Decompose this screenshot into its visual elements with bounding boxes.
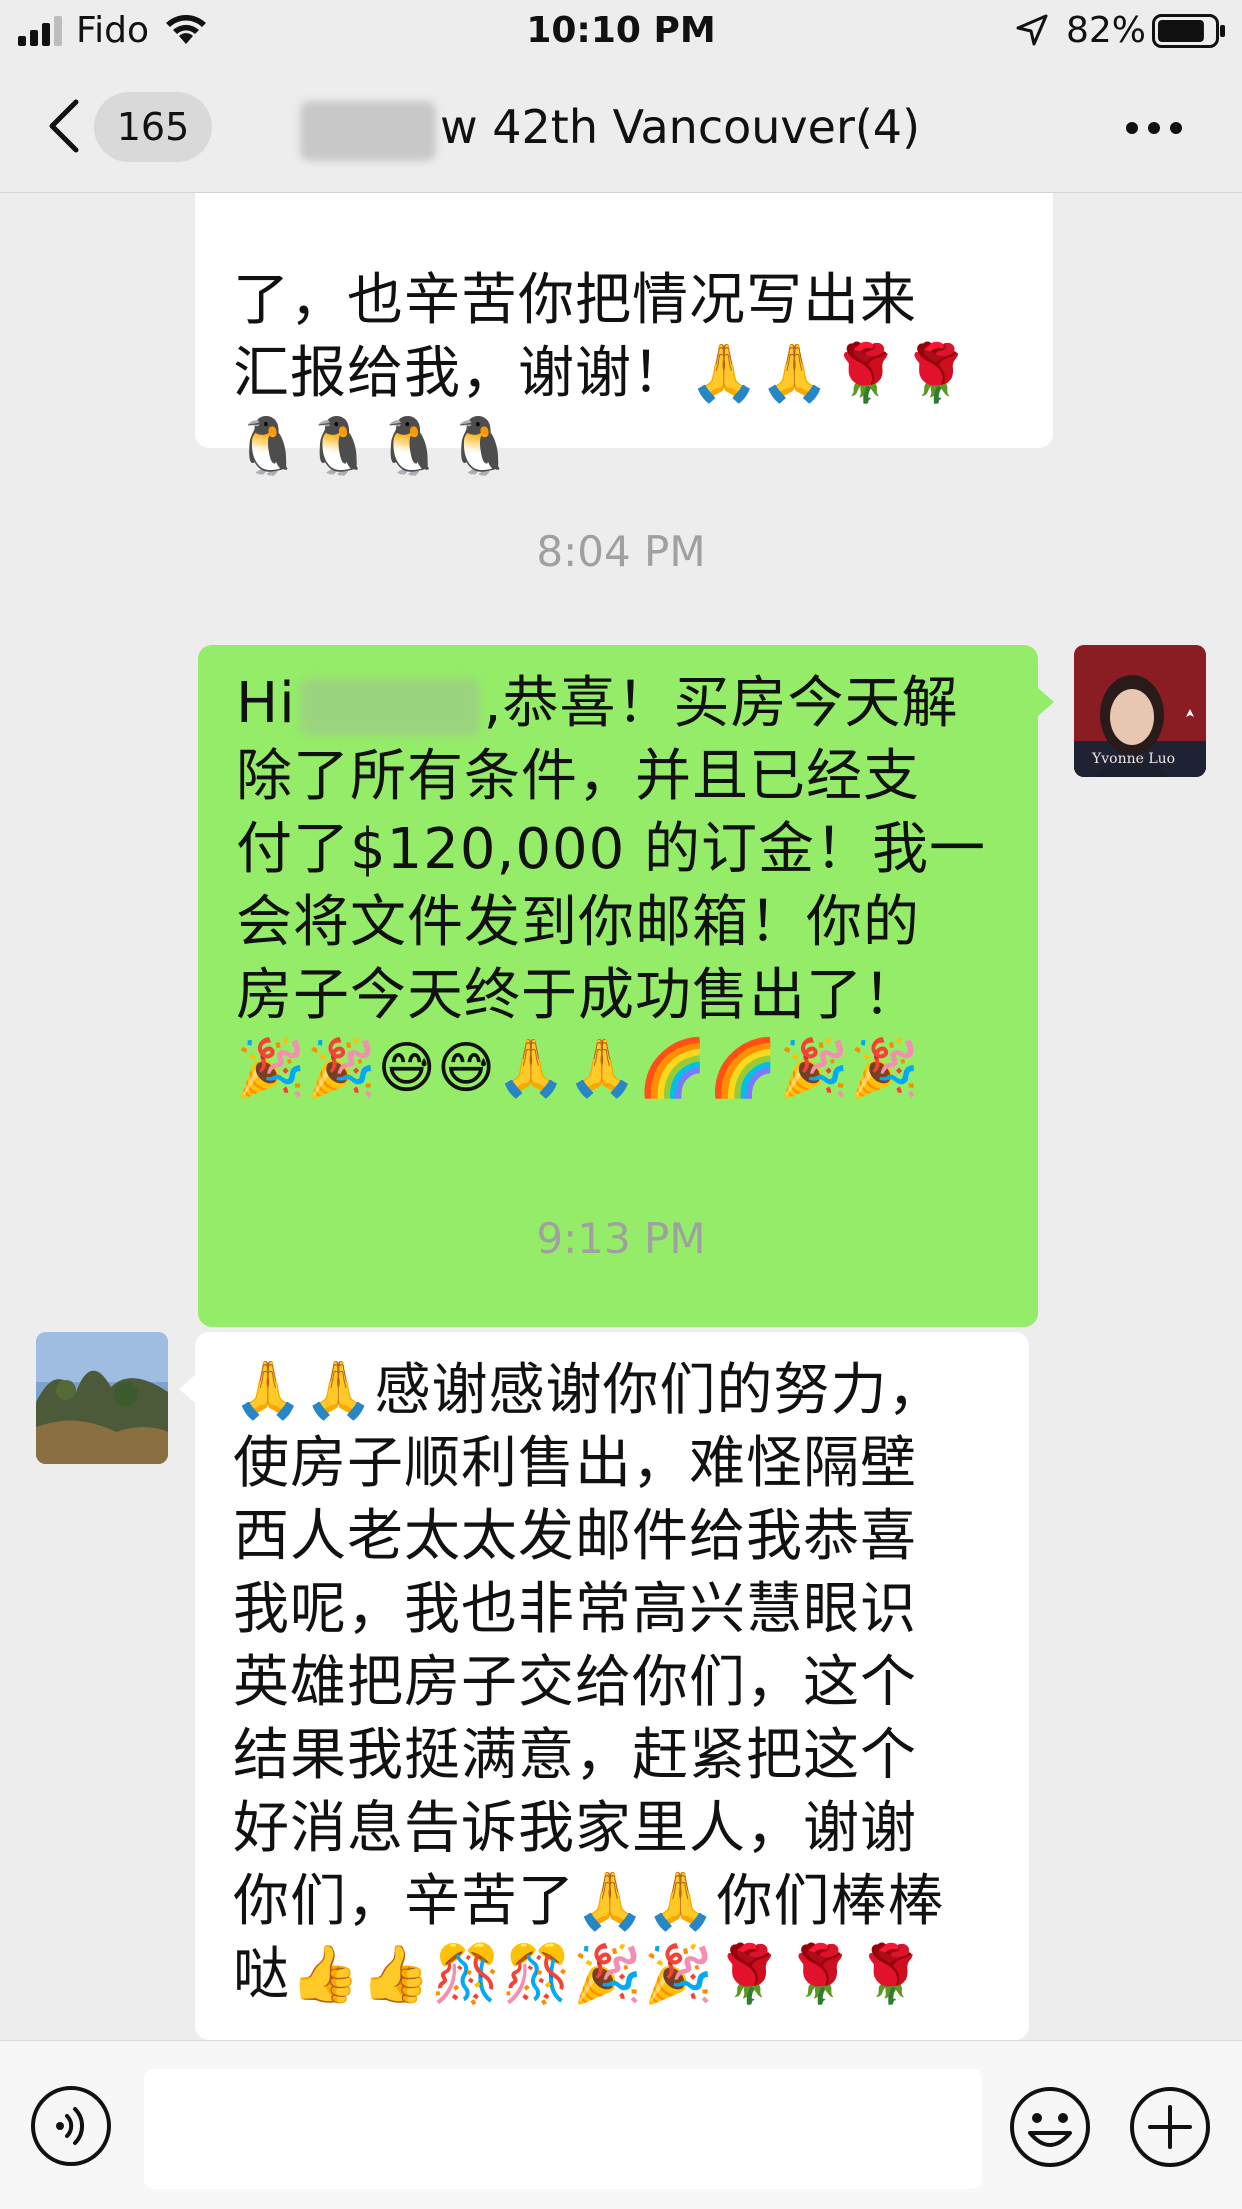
message-line: 除了所有条件，并且已经支	[236, 744, 920, 809]
battery-percent: 82%	[1066, 10, 1147, 51]
status-time: 10:10 PM	[526, 10, 716, 51]
message-line: 🎉🎉😅😅🙏🙏🌈🌈🎉🎉	[236, 1036, 921, 1101]
unread-count-badge[interactable]: 165	[94, 92, 212, 162]
message-line: Hi ,恭喜！买房今天解	[236, 667, 1000, 740]
avatar-self[interactable]: Yvonne Luo	[1074, 645, 1206, 777]
message-line: 我呢，我也非常高兴慧眼识	[233, 1577, 917, 1642]
message-line: 付了$120,000 的订金！我一	[236, 817, 987, 882]
message-input[interactable]	[144, 2069, 982, 2189]
timestamp: 8:04 PM	[536, 527, 706, 576]
message-line: 了，也辛苦你把情况写出来	[233, 268, 917, 333]
chat-title-text: w 42th Vancouver(4)	[440, 100, 921, 154]
message-line: 房子今天终于成功售出了！	[236, 963, 920, 1028]
emoji-icon[interactable]	[1008, 2085, 1092, 2169]
battery-icon	[1152, 14, 1225, 48]
more-icon[interactable]	[1124, 120, 1184, 136]
message-bubble-incoming[interactable]: 了，也辛苦你把情况写出来 汇报给我，谢谢！🙏🙏🌹🌹 🐧🐧🐧🐧	[195, 193, 1053, 479]
greeting-text: Hi	[236, 671, 296, 736]
avatar-caption: Yvonne Luo	[1091, 751, 1175, 767]
message-line: 哒👍👍🎊🎊🎉🎉🌹🌹🌹	[233, 1942, 927, 2007]
message-line: 🙏🙏感谢感谢你们的努力，	[233, 1358, 945, 1423]
avatar-contact[interactable]	[36, 1332, 168, 1464]
chat-nav-bar: 165 w 42th Vancouver(4)	[0, 62, 1242, 193]
message-line: 结果我挺满意，赶紧把这个	[233, 1723, 917, 1788]
message-list[interactable]: 了，也辛苦你把情况写出来 汇报给我，谢谢！🙏🙏🌹🌹 🐧🐧🐧🐧 8:04 PM H…	[0, 193, 1242, 2040]
input-bar	[0, 2040, 1242, 2209]
message-line: 汇报给我，谢谢！🙏🙏🌹🌹	[233, 341, 972, 406]
message-line: 会将文件发到你邮箱！你的	[236, 890, 920, 955]
bubble-tail	[1038, 688, 1054, 716]
message-line: 西人老太太发邮件给我恭喜	[233, 1504, 917, 1569]
back-chevron-icon[interactable]	[44, 98, 84, 154]
status-bar: Fido 10:10 PM 82%	[0, 0, 1242, 62]
voice-icon[interactable]	[30, 2085, 112, 2167]
redacted-name-blur	[299, 677, 480, 736]
message-text: ,恭喜！买房今天解	[483, 671, 959, 736]
location-arrow-icon	[1016, 14, 1048, 46]
message-line: 英雄把房子交给你们，这个	[233, 1650, 917, 1715]
message-bubble-incoming[interactable]: 🙏🙏感谢感谢你们的努力， 使房子顺利售出，难怪隔壁 西人老太太发邮件给我恭喜 我…	[195, 1332, 1029, 2040]
bubble-tail	[179, 1375, 195, 1403]
message-line: 🐧🐧🐧🐧	[233, 414, 516, 479]
plus-icon[interactable]	[1128, 2085, 1212, 2169]
message-line: 好消息告诉我家里人，谢谢	[233, 1796, 917, 1861]
message-line: 你们，辛苦了🙏🙏你们棒棒	[233, 1869, 945, 1934]
timestamp: 9:13 PM	[536, 1214, 706, 1263]
message-line: 使房子顺利售出，难怪隔壁	[233, 1431, 917, 1496]
chat-title[interactable]: w 42th Vancouver(4)	[300, 92, 920, 162]
redacted-name-blur	[300, 100, 436, 161]
